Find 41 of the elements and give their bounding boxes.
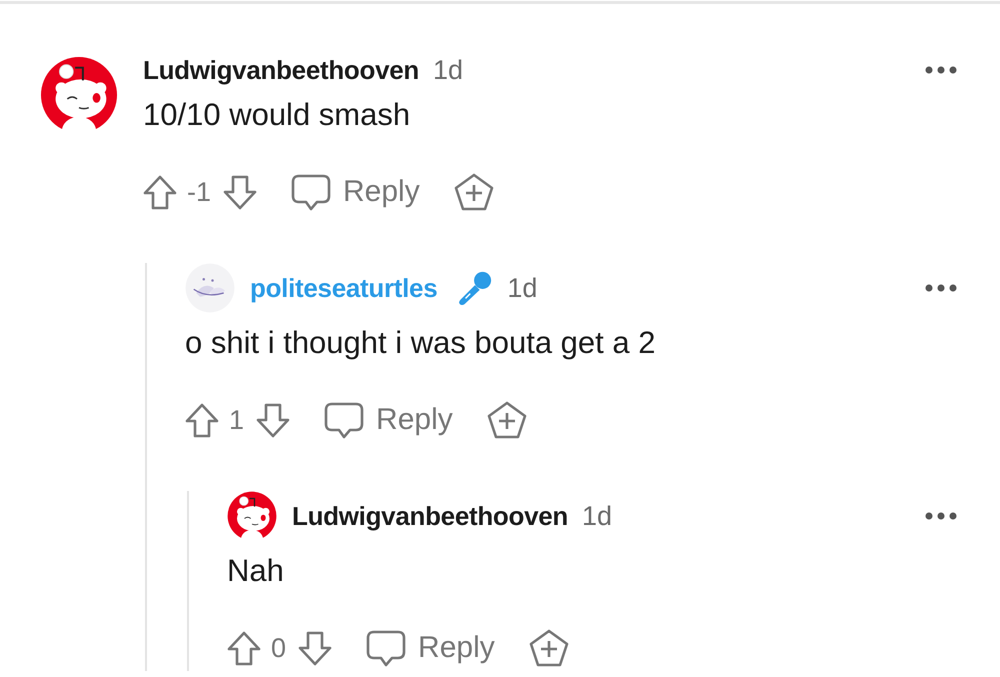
timestamp: 1d — [432, 54, 464, 86]
vote-count: 1 — [229, 404, 244, 436]
reply-button[interactable]: Reply — [366, 629, 495, 667]
upvote-button[interactable] — [143, 174, 177, 210]
reply-button[interactable]: Reply — [324, 401, 453, 439]
downvote-button[interactable] — [256, 402, 290, 438]
plus-pentagon-icon — [454, 173, 494, 211]
plus-pentagon-icon — [486, 401, 527, 439]
up-arrow-icon — [227, 630, 261, 666]
timestamp: 1d — [507, 272, 538, 304]
add-award-button[interactable] — [486, 401, 527, 439]
vote-count: 0 — [271, 632, 286, 664]
mascot-avatar[interactable] — [40, 56, 118, 134]
speech-bubble-icon — [291, 173, 332, 211]
up-arrow-icon — [143, 174, 177, 210]
speech-bubble-icon — [324, 401, 364, 439]
more-icon — [925, 284, 957, 292]
more-icon — [925, 512, 957, 520]
reply-button[interactable]: Reply — [291, 173, 420, 211]
timestamp: 1d — [582, 500, 612, 532]
mascot-avatar[interactable] — [227, 491, 277, 541]
upvote-button[interactable] — [185, 402, 219, 438]
comment-text: o shit i thought i was bouta get a 2 — [185, 324, 656, 362]
vote-count: -1 — [187, 176, 212, 208]
comment-text: Nah — [227, 552, 285, 590]
downvote-button[interactable] — [298, 630, 332, 666]
username[interactable]: Ludwigvanbeethooven — [292, 500, 568, 532]
add-award-button[interactable] — [528, 629, 569, 667]
downvote-button[interactable] — [223, 174, 258, 210]
comment-text: 10/10 would smash — [143, 96, 412, 134]
down-arrow-icon — [256, 402, 290, 438]
add-award-button[interactable] — [454, 173, 494, 211]
down-arrow-icon — [298, 630, 332, 666]
upvote-button[interactable] — [227, 630, 261, 666]
plus-pentagon-icon — [528, 629, 569, 667]
down-arrow-icon — [223, 174, 258, 210]
speech-bubble-icon — [366, 629, 406, 667]
username[interactable]: politeseaturtles — [250, 272, 438, 304]
up-arrow-icon — [185, 402, 219, 438]
more-icon — [925, 66, 957, 74]
username[interactable]: Ludwigvanbeethooven — [143, 54, 419, 86]
